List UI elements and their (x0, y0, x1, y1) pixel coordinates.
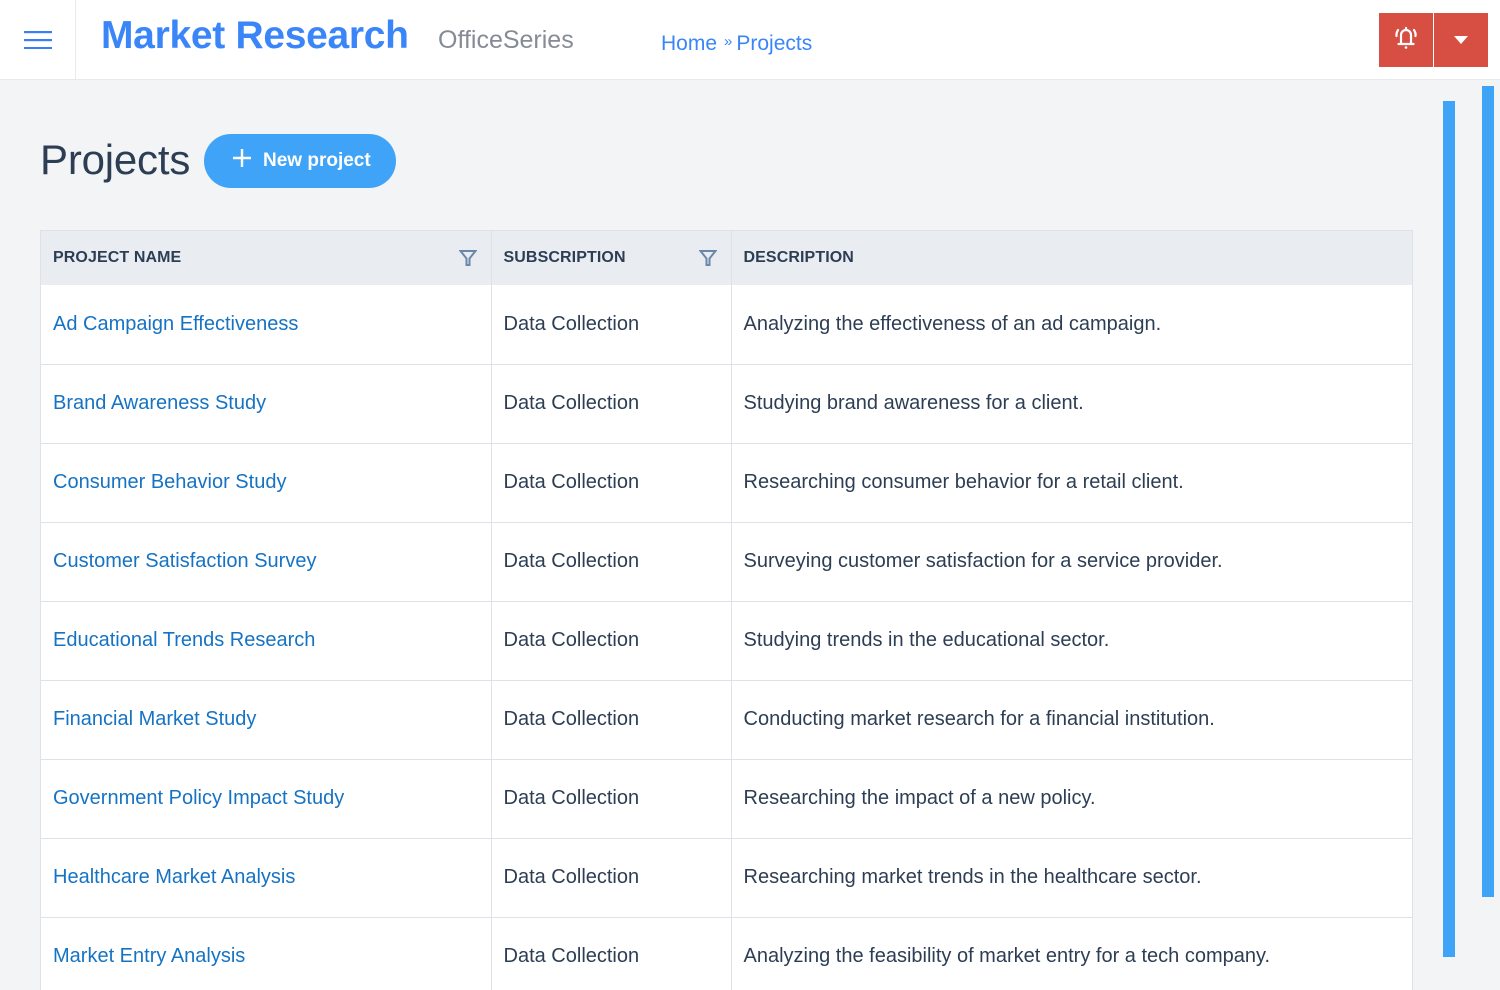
cell-subscription: Data Collection (491, 443, 732, 522)
cell-subscription: Data Collection (491, 522, 732, 601)
app-subtitle: OfficeSeries (438, 26, 574, 54)
menu-button[interactable] (0, 0, 76, 79)
cell-description: Analyzing the effectiveness of an ad cam… (743, 312, 1162, 335)
cell-project-name: Customer Satisfaction Survey (41, 522, 492, 601)
cell-project-name: Government Policy Impact Study (41, 759, 492, 838)
filter-icon[interactable] (698, 249, 717, 267)
cell-subscription: Data Collection (491, 838, 732, 917)
header-actions (1379, 13, 1488, 67)
column-label: SUBSCRIPTION (503, 249, 626, 266)
project-link[interactable]: Consumer Behavior Study (53, 471, 286, 493)
hamburger-menu-icon (23, 30, 52, 49)
table-row: Brand Awareness Study Data Collection Stud… (41, 364, 1412, 443)
cell-project-name: Healthcare Market Analysis (41, 838, 492, 917)
table-body: Ad Campaign Effectiveness Data Collection… (41, 285, 1412, 990)
caret-down-icon (1454, 31, 1468, 49)
cell-subscription: Data Collection (491, 759, 732, 838)
cell-description: Researching consumer behavior for a reta… (743, 471, 1184, 493)
cell-subscription: Data Collection (491, 364, 732, 443)
table-row: Market Entry Analysis Data Collection Anal… (41, 917, 1412, 990)
cell-subscription: Data Collection (491, 601, 732, 680)
column-header-subscription[interactable]: SUBSCRIPTION (491, 231, 732, 285)
bell-ringing-icon (1393, 24, 1419, 57)
project-link[interactable]: Government Policy Impact Study (53, 787, 344, 809)
cell-subscription: Data Collection (491, 917, 732, 990)
projects-table: PROJECT NAME SUBSCRIPTION DESCRIPTION Ad… (40, 230, 1413, 990)
project-link[interactable]: Market Entry Analysis (53, 945, 245, 967)
cell-subscription: Data Collection (491, 680, 732, 759)
cell-project-name: Financial Market Study (41, 680, 492, 759)
cell-project-name: Consumer Behavior Study (41, 443, 492, 522)
cell-project-name: Educational Trends Research (41, 601, 492, 680)
cell-description: Surveying customer satisfaction for a se… (743, 550, 1223, 572)
table-row: Financial Market Study Data Collection Con… (41, 680, 1412, 759)
breadcrumb-separator: » (724, 33, 733, 50)
cell-project-name: Ad Campaign Effectiveness (41, 285, 492, 364)
table-header-row: PROJECT NAME SUBSCRIPTION DESCRIPTION (41, 231, 1412, 285)
project-link[interactable]: Financial Market Study (53, 708, 256, 730)
project-link[interactable]: Brand Awareness Study (53, 392, 266, 414)
cell-description: Researching market trends in the healthc… (743, 866, 1202, 888)
table-row: Ad Campaign Effectiveness Data Collection… (41, 285, 1412, 364)
dropdown-button[interactable] (1434, 13, 1488, 67)
content-scrollbar[interactable] (1443, 101, 1455, 957)
cell-description: Researching the impact of a new policy. (743, 787, 1096, 809)
plus-icon (232, 148, 263, 174)
app-title: Market Research (101, 14, 409, 57)
cell-description: Analyzing the feasibility of market entr… (743, 945, 1271, 968)
notifications-button[interactable] (1379, 13, 1433, 67)
page-title: Projects (40, 136, 191, 183)
table-row: Customer Satisfaction Survey Data Collect… (41, 522, 1412, 601)
project-link[interactable]: Educational Trends Research (53, 629, 315, 651)
filter-icon[interactable] (458, 249, 477, 267)
project-link[interactable]: Customer Satisfaction Survey (53, 550, 316, 572)
top-bar: Market Research OfficeSeries Home » Proj… (0, 0, 1500, 80)
breadcrumb-home[interactable]: Home (661, 32, 717, 56)
table-row: Educational Trends Research Data Collecti… (41, 601, 1412, 680)
new-project-button[interactable]: New project (204, 134, 396, 188)
table-row: Consumer Behavior Study Data Collection Re… (41, 443, 1412, 522)
page-scrollbar[interactable] (1482, 86, 1494, 897)
cell-project-name: Market Entry Analysis (41, 917, 492, 990)
cell-description: Studying trends in the educational secto… (743, 629, 1110, 651)
new-project-label: New project (263, 150, 371, 171)
breadcrumb-projects[interactable]: Projects (736, 32, 812, 56)
breadcrumb: Home » Projects (661, 32, 812, 56)
cell-description: Conducting market research for a financi… (743, 708, 1215, 730)
column-label: DESCRIPTION (743, 249, 854, 266)
table-row: Healthcare Market Analysis Data Collectio… (41, 838, 1412, 917)
cell-project-name: Brand Awareness Study (41, 364, 492, 443)
cell-subscription: Data Collection (491, 285, 732, 364)
column-header-project-name[interactable]: PROJECT NAME (41, 231, 492, 285)
cell-description: Studying brand awareness for a client. (743, 392, 1084, 414)
table-row: Government Policy Impact Study Data Colle… (41, 759, 1412, 838)
project-link[interactable]: Healthcare Market Analysis (53, 866, 295, 888)
column-header-description: DESCRIPTION (731, 231, 1412, 285)
project-link[interactable]: Ad Campaign Effectiveness (53, 313, 298, 335)
column-label: PROJECT NAME (53, 249, 182, 266)
